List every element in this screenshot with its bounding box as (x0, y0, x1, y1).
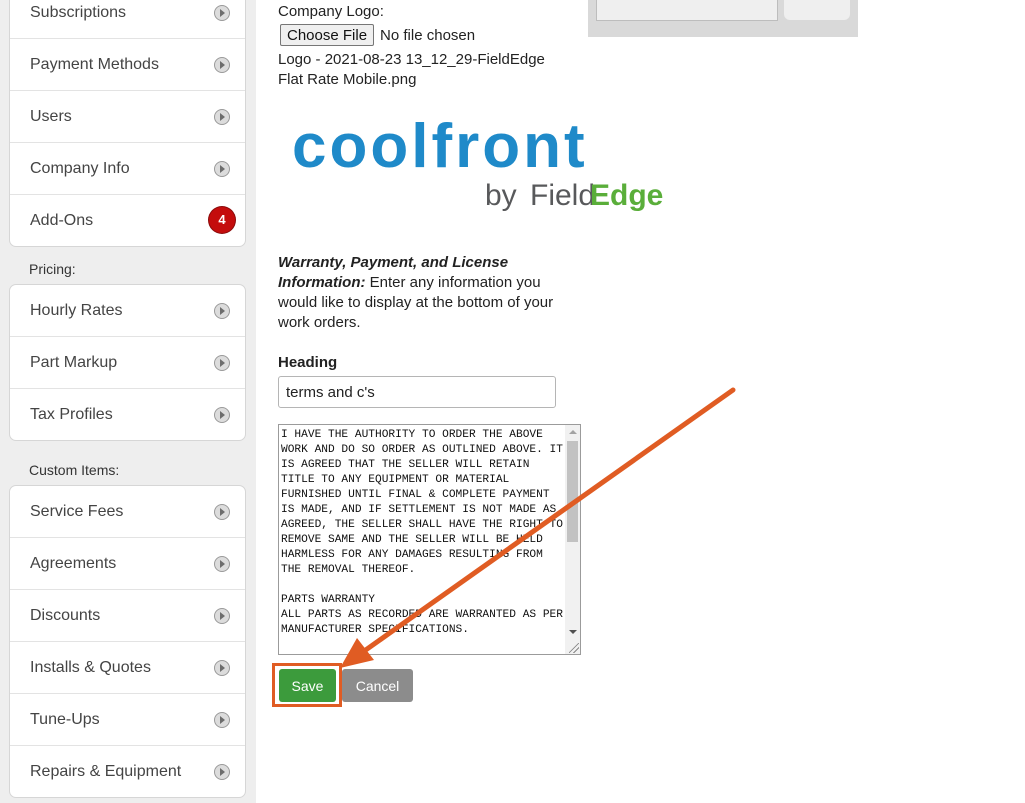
chevron-right-circle-icon (214, 763, 230, 780)
sidebar-item-label: Agreements (30, 554, 117, 572)
cancel-button[interactable]: Cancel (342, 669, 413, 702)
terms-textarea-content: I HAVE THE AUTHORITY TO ORDER THE ABOVE … (281, 429, 563, 636)
pricing-group-label: Pricing: (29, 261, 76, 277)
sidebar-item-add-ons[interactable]: Add-Ons 4 (10, 195, 245, 246)
company-logo-image: coolfront by Field Edge (278, 89, 673, 234)
file-status-text: No file chosen (380, 26, 476, 44)
chevron-right-circle-icon (214, 711, 230, 728)
chevron-right-circle-icon (214, 406, 230, 423)
sidebar-item-subscriptions[interactable]: Subscriptions (10, 0, 245, 39)
heading-label: Heading (278, 354, 338, 371)
sidebar-item-hourly-rates[interactable]: Hourly Rates (10, 285, 245, 337)
custom-items-menu: Service Fees Agreements Discounts Instal… (9, 485, 246, 798)
sidebar-item-label: Repairs & Equipment (30, 762, 182, 780)
settings-sidebar: Subscriptions Payment Methods Users Comp… (0, 0, 256, 803)
sidebar-item-part-markup[interactable]: Part Markup (10, 337, 245, 389)
sidebar-item-label: Subscriptions (30, 3, 127, 21)
chevron-right-circle-icon (214, 607, 230, 624)
account-menu: Subscriptions Payment Methods Users Comp… (9, 0, 246, 247)
sidebar-item-discounts[interactable]: Discounts (10, 590, 245, 642)
preview-panel (596, 0, 778, 21)
notification-count-badge: 4 (209, 206, 235, 233)
chevron-right-circle-icon (214, 555, 230, 572)
logo-file-input: Choose File No file chosen (280, 24, 475, 46)
company-info-form: Company Logo: Choose File No file chosen… (256, 0, 1025, 803)
preview-panel (784, 0, 850, 20)
scroll-thumb[interactable] (567, 441, 578, 542)
resize-grip-icon[interactable] (569, 643, 579, 653)
sidebar-item-label: Service Fees (30, 502, 124, 520)
textarea-scrollbar[interactable] (565, 425, 580, 654)
logo-by-text: by (485, 179, 517, 212)
logo-filename: Logo - 2021-08-23 13_12_29-FieldEdge Fla… (278, 51, 545, 88)
chevron-right-circle-icon (214, 108, 230, 125)
sidebar-item-tax-profiles[interactable]: Tax Profiles (10, 389, 245, 440)
heading-input[interactable] (278, 376, 556, 408)
sidebar-item-installs-quotes[interactable]: Installs & Quotes (10, 642, 245, 694)
chevron-right-circle-icon (214, 160, 230, 177)
logo-edge-text: Edge (590, 179, 663, 212)
chevron-right-circle-icon (214, 354, 230, 371)
choose-file-button[interactable]: Choose File (280, 24, 375, 46)
chevron-right-circle-icon (214, 56, 230, 73)
pricing-menu: Hourly Rates Part Markup Tax Profiles (9, 284, 246, 441)
sidebar-item-users[interactable]: Users (10, 91, 245, 143)
sidebar-item-label: Part Markup (30, 353, 118, 371)
sidebar-item-label: Payment Methods (30, 55, 159, 73)
chevron-right-circle-icon (214, 302, 230, 319)
sidebar-item-repairs-equipment[interactable]: Repairs & Equipment (10, 746, 245, 797)
custom-items-group-label: Custom Items: (29, 462, 120, 478)
scroll-up-arrow-icon[interactable] (565, 425, 580, 440)
logo-field-text: Field (530, 179, 595, 212)
sidebar-item-tune-ups[interactable]: Tune-Ups (10, 694, 245, 746)
logo-wordmark: coolfront (292, 112, 588, 181)
sidebar-item-label: Installs & Quotes (30, 658, 151, 676)
sidebar-item-label: Tune-Ups (30, 710, 100, 728)
sidebar-item-service-fees[interactable]: Service Fees (10, 486, 245, 538)
sidebar-item-label: Users (30, 107, 72, 125)
chevron-right-circle-icon (214, 659, 230, 676)
sidebar-item-payment-methods[interactable]: Payment Methods (10, 39, 245, 91)
chevron-right-circle-icon (214, 4, 230, 21)
sidebar-item-company-info[interactable]: Company Info (10, 143, 245, 195)
sidebar-item-agreements[interactable]: Agreements (10, 538, 245, 590)
sidebar-item-label: Hourly Rates (30, 301, 123, 319)
sidebar-item-label: Tax Profiles (30, 405, 113, 423)
terms-textarea[interactable]: I HAVE THE AUTHORITY TO ORDER THE ABOVE … (278, 424, 581, 655)
sidebar-item-label: Discounts (30, 606, 101, 624)
warranty-instructions: Warranty, Payment, and License Informati… (278, 253, 568, 333)
coolfront-logo: coolfront by Field Edge (292, 112, 663, 212)
company-logo-label: Company Logo: (278, 3, 384, 20)
sidebar-item-label: Add-Ons (30, 211, 94, 229)
save-button[interactable]: Save (279, 669, 336, 702)
chevron-right-circle-icon (214, 503, 230, 520)
document-preview-thumbnail (588, 0, 858, 37)
scroll-down-arrow-icon[interactable] (565, 625, 580, 640)
sidebar-item-label: Company Info (30, 159, 130, 177)
